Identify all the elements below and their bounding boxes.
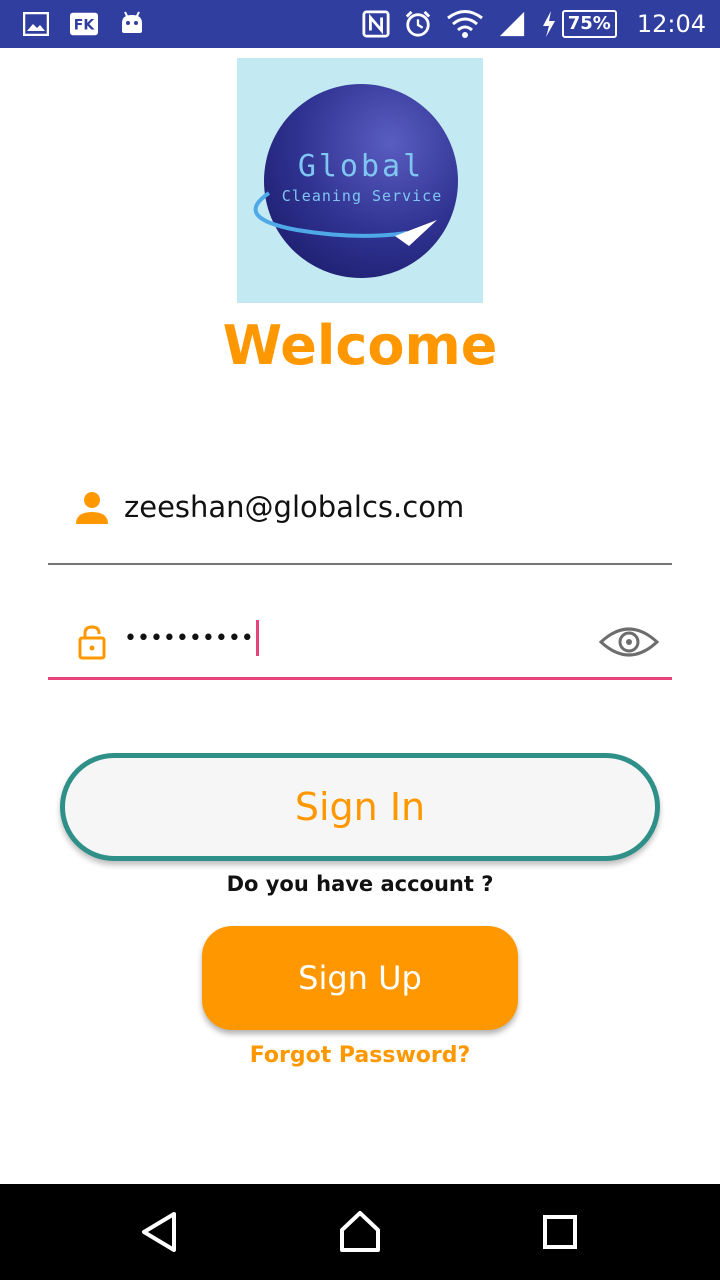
svg-text:FK: FK [74,18,96,34]
app-logo: Global Cleaning Service [237,58,483,303]
android-icon [118,10,146,38]
fk-icon: FK [70,10,98,38]
back-icon[interactable] [136,1208,184,1256]
account-question-label: Do you have account ? [226,872,494,896]
email-input-value[interactable]: zeeshan@globalcs.com [124,490,464,524]
toggle-password-visibility-icon[interactable] [598,622,660,662]
forgot-password-link[interactable]: Forgot Password? [0,1043,720,1068]
password-field[interactable]: •••••••••• [48,598,672,680]
lock-icon [74,624,110,660]
status-bar: FK 75% 12:04 [0,0,720,48]
logo-text-global: Global [298,149,424,184]
text-cursor [255,620,259,656]
charging-icon [540,10,558,38]
gallery-icon [22,10,50,38]
password-masked-value: •••••••••• [124,625,254,651]
recents-icon[interactable] [536,1208,584,1256]
alarm-icon [404,10,432,38]
email-field[interactable]: zeeshan@globalcs.com [48,470,672,565]
logo-text-subtitle: Cleaning Service [282,187,443,205]
person-icon [74,490,110,526]
signal-icon [498,10,526,38]
sign-up-button[interactable]: Sign Up [202,926,518,1030]
nfc-icon [362,10,390,38]
home-icon[interactable] [336,1208,384,1256]
welcome-title: Welcome [222,314,498,377]
clock: 12:04 [636,10,706,38]
password-input[interactable]: •••••••••• [124,620,259,656]
wifi-icon [446,10,484,38]
sign-in-button[interactable]: Sign In [60,753,660,861]
navigation-bar [0,1184,720,1280]
battery-level: 75% [561,10,617,38]
